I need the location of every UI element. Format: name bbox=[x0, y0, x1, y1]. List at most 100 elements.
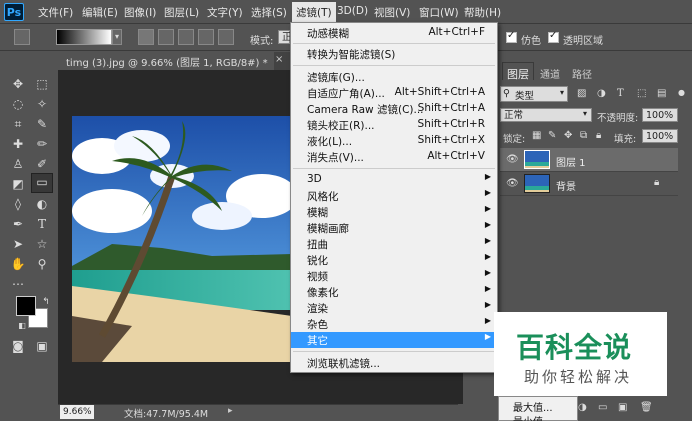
transparency-checkbox[interactable] bbox=[548, 30, 559, 43]
reflected-gradient-button[interactable] bbox=[198, 29, 214, 45]
angle-gradient-button[interactable] bbox=[178, 29, 194, 45]
history-brush-tool-icon[interactable]: ✐ bbox=[34, 156, 50, 172]
document-tab[interactable]: timg (3).jpg @ 9.66% (图层 1, RGB/8#) * bbox=[60, 52, 274, 70]
submenu-item-maximum[interactable]: 最大值... bbox=[513, 399, 553, 414]
canvas-photo[interactable] bbox=[72, 116, 292, 362]
status-arrow-icon[interactable]: ▸ bbox=[228, 406, 233, 416]
tab-close-icon[interactable]: × bbox=[275, 54, 283, 65]
quick-mask-icon[interactable]: ◙ bbox=[10, 338, 26, 354]
smart-object-filter-icon[interactable]: ▤ bbox=[657, 88, 666, 99]
menu-image[interactable]: 图像(I) bbox=[124, 5, 156, 20]
linear-gradient-button[interactable] bbox=[138, 29, 154, 45]
lasso-tool-icon[interactable]: ◌ bbox=[10, 96, 26, 112]
menu-item-blur-gallery[interactable]: 模糊画廊 ▶ bbox=[291, 220, 497, 236]
menu-filter[interactable]: 滤镜(T) bbox=[292, 2, 336, 22]
menu-item-vanishing-point[interactable]: 消失点(V)... Alt+Ctrl+V bbox=[291, 149, 497, 165]
type-filter-icon[interactable]: T bbox=[617, 88, 624, 99]
menu-item-video[interactable]: 视频 ▶ bbox=[291, 268, 497, 284]
shape-filter-icon[interactable]: ⬚ bbox=[637, 88, 646, 99]
lock-artboard-icon[interactable]: ⧉ bbox=[580, 130, 587, 141]
delete-layer-icon[interactable]: 🗑︎ bbox=[640, 402, 653, 413]
adjustment-filter-icon[interactable]: ◑ bbox=[597, 88, 606, 99]
hand-tool-icon[interactable]: ✋ bbox=[10, 256, 26, 272]
default-colors-icon[interactable]: ◧ bbox=[14, 318, 30, 334]
menu-item-blur[interactable]: 模糊 ▶ bbox=[291, 204, 497, 220]
tab-layers[interactable]: 图层 bbox=[502, 62, 534, 81]
menu-item-stylize[interactable]: 风格化 ▶ bbox=[291, 188, 497, 204]
menu-item-distort[interactable]: 扭曲 ▶ bbox=[291, 236, 497, 252]
marquee-tool-icon[interactable]: ⬚ bbox=[34, 76, 50, 92]
brush-tool-icon[interactable]: ✏ bbox=[34, 136, 50, 152]
menu-help[interactable]: 帮助(H) bbox=[464, 5, 501, 20]
healing-brush-tool-icon[interactable]: ✚ bbox=[10, 136, 26, 152]
type-tool-icon[interactable]: T bbox=[34, 216, 50, 232]
shape-tool-icon[interactable]: ☆ bbox=[34, 236, 50, 252]
menu-item-smart-filter[interactable]: 转换为智能滤镜(S) bbox=[291, 46, 497, 62]
menu-layer[interactable]: 图层(L) bbox=[164, 5, 199, 20]
menu-view[interactable]: 视图(V) bbox=[374, 5, 410, 20]
pixel-filter-icon[interactable]: ▨ bbox=[577, 88, 586, 99]
menu-item-filter-gallery[interactable]: 滤镜库(G)... bbox=[291, 69, 497, 85]
menu-item-camera-raw[interactable]: Camera Raw 滤镜(C)... Shift+Ctrl+A bbox=[291, 101, 497, 117]
radial-gradient-button[interactable] bbox=[158, 29, 174, 45]
tool-preset-picker[interactable] bbox=[14, 29, 30, 45]
dither-checkbox[interactable] bbox=[506, 30, 517, 43]
submenu-item-minimum[interactable]: 最小值... bbox=[513, 413, 553, 421]
filter-toggle-icon[interactable]: ● bbox=[678, 88, 685, 97]
lock-position-icon[interactable]: ✥ bbox=[564, 130, 572, 141]
menu-item-render[interactable]: 渲染 ▶ bbox=[291, 300, 497, 316]
adjustment-layer-icon[interactable]: ◑ bbox=[578, 402, 587, 413]
menu-select[interactable]: 选择(S) bbox=[251, 5, 287, 20]
swap-colors-icon[interactable]: ↰ bbox=[38, 294, 54, 310]
zoom-tool-icon[interactable]: ⚲ bbox=[34, 256, 50, 272]
move-tool-icon[interactable]: ✥ bbox=[10, 76, 26, 92]
new-layer-icon[interactable]: ▣ bbox=[618, 402, 627, 413]
magic-wand-tool-icon[interactable]: ✧ bbox=[34, 96, 50, 112]
fill-field[interactable]: 100% bbox=[642, 129, 678, 143]
menu-edit[interactable]: 编辑(E) bbox=[82, 5, 118, 20]
lock-image-icon[interactable]: ✎ bbox=[548, 130, 556, 141]
crop-tool-icon[interactable]: ⌗ bbox=[10, 116, 26, 132]
menu-type[interactable]: 文字(Y) bbox=[207, 5, 243, 20]
menu-item-lens-correction[interactable]: 镜头校正(R)... Shift+Ctrl+R bbox=[291, 117, 497, 133]
more-tools-icon[interactable]: ⋯ bbox=[10, 276, 26, 292]
opacity-field[interactable]: 100% bbox=[642, 108, 678, 122]
eyedropper-tool-icon[interactable]: ✎ bbox=[34, 116, 50, 132]
new-group-icon[interactable]: ▭ bbox=[598, 402, 607, 413]
mode-select[interactable]: 正 bbox=[278, 30, 292, 44]
gradient-tool-icon[interactable]: ▭ bbox=[31, 173, 53, 193]
dodge-tool-icon[interactable]: ◐ bbox=[34, 196, 50, 212]
clone-stamp-tool-icon[interactable]: ♙ bbox=[10, 156, 26, 172]
menu-3d[interactable]: 3D(D) bbox=[337, 5, 368, 17]
foreground-color-swatch[interactable] bbox=[16, 296, 36, 316]
tab-channels[interactable]: 通道 bbox=[540, 66, 560, 81]
menu-item-other[interactable]: 其它 ▶ bbox=[291, 332, 497, 348]
lock-all-icon[interactable]: 🔒︎ bbox=[596, 130, 601, 141]
menu-item-adaptive-wide-angle[interactable]: 自适应广角(A)... Alt+Shift+Ctrl+A bbox=[291, 85, 497, 101]
eraser-tool-icon[interactable]: ◩ bbox=[10, 176, 26, 192]
path-selection-tool-icon[interactable]: ➤ bbox=[10, 236, 26, 252]
menu-item-pixelate[interactable]: 像素化 ▶ bbox=[291, 284, 497, 300]
menu-item-sharpen[interactable]: 锐化 ▶ bbox=[291, 252, 497, 268]
gradient-swatch[interactable] bbox=[56, 29, 112, 45]
menu-file[interactable]: 文件(F) bbox=[38, 5, 73, 20]
menu-item-3d[interactable]: 3D ▶ bbox=[291, 172, 497, 188]
menu-item-noise[interactable]: 杂色 ▶ bbox=[291, 316, 497, 332]
layer-row-layer1[interactable]: 👁︎ 图层 1 bbox=[500, 148, 678, 172]
tab-paths[interactable]: 路径 bbox=[572, 66, 592, 81]
menu-item-liquify[interactable]: 液化(L)... Shift+Ctrl+X bbox=[291, 133, 497, 149]
menu-item-motion-blur[interactable]: 动感模糊 Alt+Ctrl+F bbox=[291, 25, 497, 41]
layer-row-background[interactable]: 👁︎ 背景 🔒︎ bbox=[500, 172, 678, 196]
visibility-eye-icon[interactable]: 👁︎ bbox=[506, 154, 519, 165]
chevron-down-icon[interactable]: ▾ bbox=[112, 29, 122, 45]
pen-tool-icon[interactable]: ✒ bbox=[10, 216, 26, 232]
visibility-eye-icon[interactable]: 👁︎ bbox=[506, 178, 519, 189]
screen-mode-icon[interactable]: ▣ bbox=[34, 338, 50, 354]
zoom-level-field[interactable]: 9.66% bbox=[60, 405, 94, 419]
blend-mode-select[interactable]: 正常 bbox=[500, 108, 592, 122]
lock-transparent-icon[interactable]: ▦ bbox=[532, 130, 541, 141]
blur-tool-icon[interactable]: ◊ bbox=[10, 196, 26, 212]
menu-window[interactable]: 窗口(W) bbox=[419, 5, 459, 20]
diamond-gradient-button[interactable] bbox=[218, 29, 234, 45]
menu-item-browse-online-filters[interactable]: 浏览联机滤镜... bbox=[291, 355, 497, 371]
